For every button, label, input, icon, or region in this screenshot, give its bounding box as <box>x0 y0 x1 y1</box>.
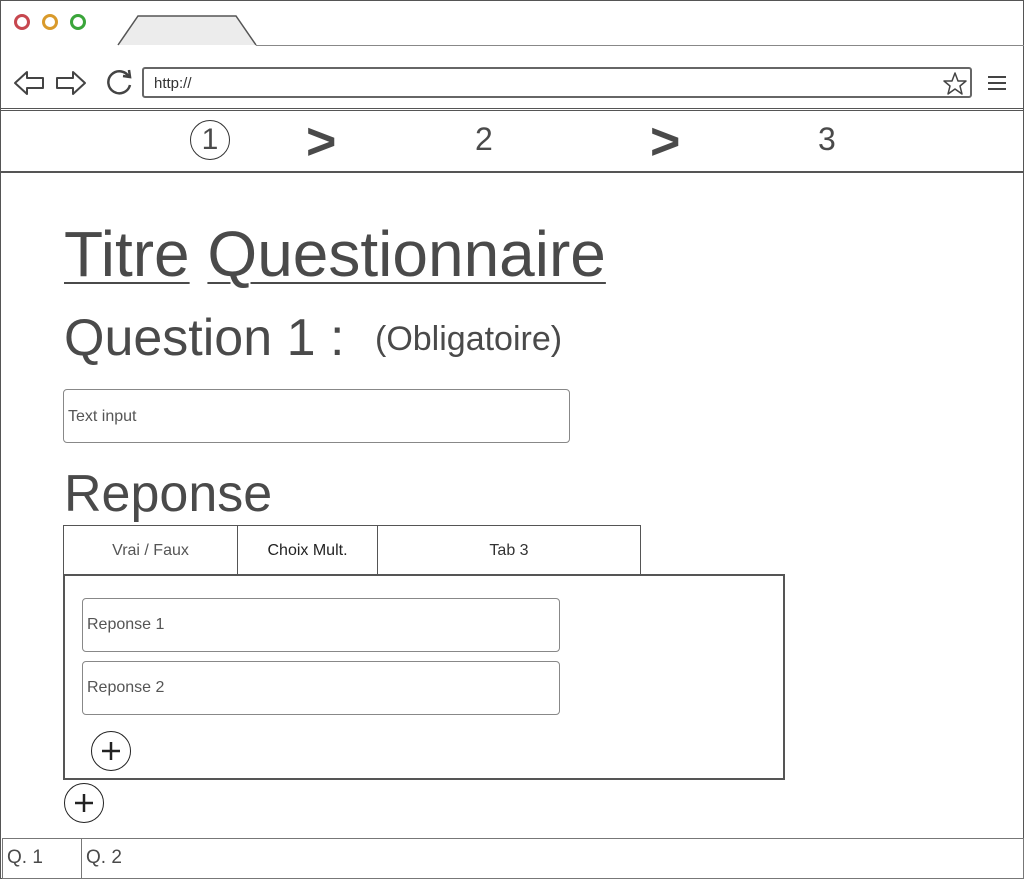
step-3[interactable]: 3 <box>818 121 836 158</box>
address-bar-url: http:// <box>154 75 192 92</box>
response-heading: Reponse <box>64 465 273 523</box>
window-maximize-button[interactable] <box>70 14 86 30</box>
add-response-button[interactable] <box>91 731 131 771</box>
stepper-divider <box>0 171 1024 173</box>
required-label: (Obligatoire) <box>375 320 563 358</box>
toolbar-divider <box>0 108 1024 111</box>
tab-choix-mult[interactable]: Choix Mult. <box>236 525 379 575</box>
hamburger-menu-icon[interactable] <box>986 72 1008 94</box>
question-label: Question 1 : <box>64 309 345 367</box>
step-separator-chevron: > <box>306 113 337 171</box>
plus-icon <box>75 794 93 812</box>
step-1[interactable]: 1 <box>190 120 230 160</box>
step-2[interactable]: 2 <box>475 121 493 158</box>
question-tab-1[interactable]: Q. 1 <box>2 838 82 879</box>
tab-strip-line <box>256 45 1024 46</box>
response-input-1[interactable]: Reponse 1 <box>82 598 560 652</box>
arrow-left-icon[interactable] <box>12 66 46 100</box>
star-icon[interactable] <box>942 71 968 97</box>
page-title-word: Questionnaire <box>207 218 606 290</box>
arrow-right-icon[interactable] <box>54 66 88 100</box>
browser-tab[interactable] <box>116 14 258 46</box>
window-close-button[interactable] <box>14 14 30 30</box>
add-question-button[interactable] <box>64 783 104 823</box>
response-input-2[interactable]: Reponse 2 <box>82 661 560 715</box>
response-input-placeholder: Reponse 2 <box>87 679 165 696</box>
tab-vrai-faux[interactable]: Vrai / Faux <box>63 525 238 575</box>
window-minimize-button[interactable] <box>42 14 58 30</box>
tab-3[interactable]: Tab 3 <box>377 525 641 575</box>
page-title-word: Titre <box>64 218 190 290</box>
question-tab-2[interactable]: Q. 2 <box>81 838 1024 879</box>
response-type-tabs: Vrai / Faux Choix Mult. Tab 3 <box>63 525 641 575</box>
question-input[interactable]: Text input <box>63 389 570 443</box>
address-bar[interactable]: http:// <box>142 67 972 98</box>
response-input-placeholder: Reponse 1 <box>87 616 165 633</box>
plus-icon <box>102 742 120 760</box>
step-separator-chevron: > <box>650 113 681 171</box>
page-title: Titre Questionnaire <box>64 222 606 286</box>
question-input-placeholder: Text input <box>68 408 137 425</box>
question-tabs: Q. 1 Q. 2 <box>2 838 1024 879</box>
reload-icon[interactable] <box>102 66 136 100</box>
